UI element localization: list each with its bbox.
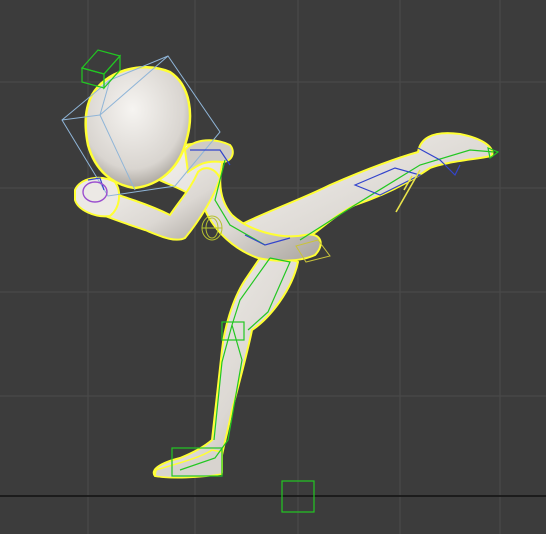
character-mesh[interactable] [74,66,494,479]
3d-viewport[interactable] [0,0,546,534]
kicking-leg[interactable] [238,132,494,252]
viewport-canvas[interactable] [0,0,546,534]
fist[interactable] [74,176,121,218]
